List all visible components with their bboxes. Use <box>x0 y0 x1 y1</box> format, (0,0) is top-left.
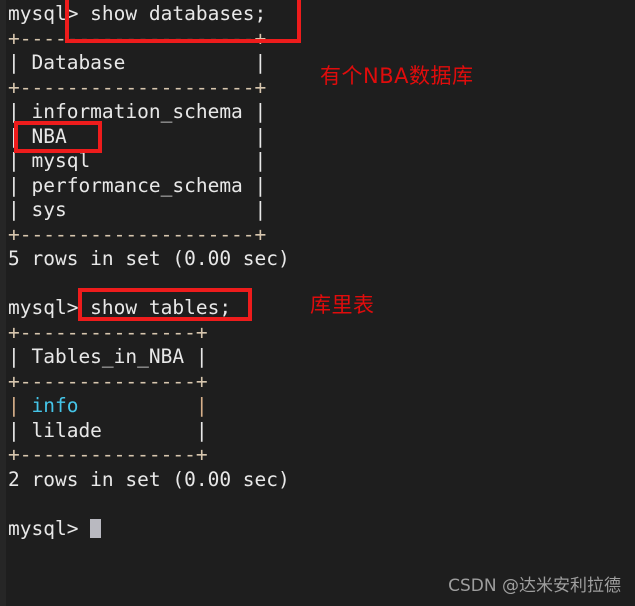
terminal-line: 2 rows in set (0.00 sec) <box>8 467 290 491</box>
table-pipe: | <box>8 394 32 417</box>
terminal-screenshot: mysql> show databases; +----------------… <box>0 0 635 606</box>
terminal-line: | information_schema | <box>8 100 267 123</box>
table-pipe: | <box>78 394 208 417</box>
terminal-line: | lilade | <box>8 418 208 442</box>
annotation-text-database: 有个NBA数据库 <box>320 64 474 88</box>
terminal-line: +---------------+ <box>8 443 208 466</box>
terminal-line: | NBA | <box>8 124 267 148</box>
terminal-line: | performance_schema | <box>8 173 267 197</box>
terminal-prompt-line[interactable]: mysql> <box>8 517 488 542</box>
terminal-line-info: | info | <box>8 394 488 419</box>
terminal-line: mysql> show tables; <box>8 296 232 319</box>
terminal-line: mysql> show databases; <box>8 2 267 25</box>
prompt-label: mysql> <box>8 516 79 540</box>
terminal-line: | Tables_in_NBA | <box>8 345 208 368</box>
terminal-line: +---------------+ <box>8 320 208 344</box>
table-cell-info: info <box>31 394 79 417</box>
terminal-line: +---------------+ <box>8 369 208 393</box>
terminal-line: +--------------------+ <box>8 26 267 50</box>
terminal-line: | sys | <box>8 198 267 221</box>
watermark: CSDN @达米安利拉德 <box>448 576 621 596</box>
text-cursor[interactable] <box>90 518 102 538</box>
terminal-line: +--------------------+ <box>8 222 267 246</box>
left-gutter-strip <box>0 0 6 606</box>
terminal-line: 5 rows in set (0.00 sec) <box>8 247 290 270</box>
terminal-line: | mysql | <box>8 149 267 172</box>
annotation-text-tables: 库里表 <box>310 293 375 317</box>
